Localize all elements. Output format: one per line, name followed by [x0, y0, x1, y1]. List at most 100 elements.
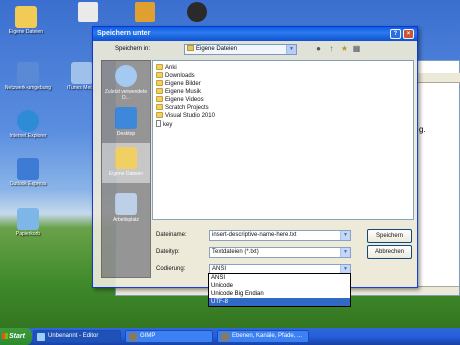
- list-item[interactable]: Scratch Projects: [156, 104, 209, 112]
- encoding-option-unicode[interactable]: Unicode: [209, 282, 350, 290]
- taskbar-item-editor[interactable]: Unbenannt - Editor: [33, 330, 121, 343]
- folder-icon: [115, 147, 137, 169]
- folder-icon: [156, 112, 163, 118]
- filetype-label: Dateityp:: [156, 249, 180, 255]
- gimp-icon: [129, 333, 137, 341]
- network-icon: [17, 62, 39, 84]
- file-name: Downloads: [165, 73, 195, 79]
- computer-icon: [115, 193, 137, 215]
- desktop-icon-label: Internet Explorer: [9, 133, 47, 139]
- place-label: Arbeitsplatz: [112, 217, 140, 223]
- place-my-documents[interactable]: Eigene Dateien: [102, 143, 150, 183]
- save-in-dropdown[interactable]: Eigene Dateien ▼: [184, 44, 297, 55]
- desktop-icon: [115, 107, 137, 129]
- chevron-down-icon[interactable]: ▼: [340, 231, 350, 240]
- desktop-shortcut-icon[interactable]: [187, 2, 207, 22]
- folder-icon: [156, 72, 163, 78]
- list-item[interactable]: Eigene Bilder: [156, 80, 201, 88]
- taskbar: Start Unbenannt - Editor GIMP Ebenen, Ka…: [0, 328, 460, 345]
- encoding-value: ANSI: [212, 266, 227, 272]
- taskbar-item-label: Ebenen, Kanäle, Pfade, ...: [232, 333, 303, 339]
- filetype-dropdown[interactable]: Textdateien (*.txt) ▼: [209, 247, 351, 258]
- taskbar-item-gimp[interactable]: GIMP: [125, 330, 213, 343]
- editor-window-toolbar: [416, 73, 460, 83]
- file-name: Anki: [165, 65, 177, 71]
- recent-documents-icon: [115, 65, 137, 87]
- recycle-bin-icon: [17, 208, 39, 230]
- start-button[interactable]: Start: [0, 328, 32, 345]
- desktop-icon-outlook[interactable]: Outlook Express: [4, 158, 52, 187]
- folder-icon: [156, 96, 163, 102]
- desktop-icon-recycle-bin[interactable]: Papierkorb: [4, 208, 52, 237]
- view-menu-icon[interactable]: ▦: [352, 44, 361, 53]
- place-my-computer[interactable]: Arbeitsplatz: [102, 189, 150, 223]
- media-icon: [71, 62, 93, 84]
- encoding-dropdown-list[interactable]: ANSI Unicode Unicode Big Endian UTF-8: [208, 273, 351, 307]
- editor-text-fragment: g.: [419, 125, 426, 134]
- filename-field[interactable]: insert-descriptive-name-here.txt ▼: [209, 230, 351, 241]
- help-button[interactable]: ?: [390, 29, 401, 39]
- place-label: Zuletzt verwendete D...: [104, 89, 148, 101]
- up-folder-icon[interactable]: ↑: [327, 44, 336, 53]
- desktop-icon-label: Papierkorb: [15, 231, 41, 237]
- list-item[interactable]: Eigene Videos: [156, 96, 204, 104]
- folder-icon: [156, 64, 163, 70]
- file-icon: [156, 120, 161, 127]
- list-item[interactable]: Eigene Musik: [156, 88, 201, 96]
- close-button[interactable]: ×: [403, 29, 414, 39]
- desktop-icon-label: Outlook Express: [9, 181, 47, 187]
- desktop-icon-internet-explorer[interactable]: Internet Explorer: [4, 110, 52, 139]
- list-item[interactable]: key: [156, 120, 172, 129]
- file-name: Eigene Videos: [165, 97, 204, 103]
- folder-icon: [156, 80, 163, 86]
- desktop-shortcut-icon[interactable]: [135, 2, 155, 22]
- file-name: Eigene Musik: [165, 89, 202, 95]
- dialog-title: Speichern unter: [97, 30, 151, 37]
- list-item[interactable]: Visual Studio 2010: [156, 112, 215, 120]
- save-in-label: Speichern in:: [115, 46, 151, 52]
- dialog-titlebar[interactable]: Speichern unter ? ×: [93, 27, 417, 41]
- list-item[interactable]: Anki: [156, 64, 177, 72]
- chevron-down-icon[interactable]: ▼: [286, 45, 296, 54]
- file-name: Scratch Projects: [165, 105, 209, 111]
- folder-icon: [156, 88, 163, 94]
- encoding-label: Codierung:: [156, 266, 186, 272]
- gimp-icon: [221, 333, 229, 341]
- cancel-button[interactable]: Abbrechen: [367, 245, 412, 259]
- desktop-icon-label: Eigene Dateien: [8, 29, 44, 35]
- place-recent[interactable]: Zuletzt verwendete D...: [102, 61, 150, 101]
- new-folder-icon[interactable]: ★: [340, 44, 349, 53]
- place-desktop[interactable]: Desktop: [102, 103, 150, 137]
- folder-icon: [156, 104, 163, 110]
- place-label: Eigene Dateien: [108, 171, 144, 177]
- taskbar-item-label: Unbenannt - Editor: [48, 333, 99, 339]
- encoding-option-unicode-big-endian[interactable]: Unicode Big Endian: [209, 290, 350, 298]
- filename-label: Dateiname:: [156, 232, 187, 238]
- desktop-shortcut-icon[interactable]: [78, 2, 98, 22]
- browser-icon: [17, 110, 39, 132]
- notepad-icon: [37, 333, 45, 341]
- save-in-value: Eigene Dateien: [196, 46, 238, 52]
- taskbar-item-label: GIMP: [140, 333, 156, 339]
- folder-icon: [15, 6, 37, 28]
- back-icon[interactable]: ●: [314, 44, 323, 53]
- chevron-down-icon[interactable]: ▼: [340, 248, 350, 257]
- encoding-option-utf8[interactable]: UTF-8: [209, 298, 350, 306]
- mail-icon: [17, 158, 39, 180]
- list-item[interactable]: Downloads: [156, 72, 195, 80]
- desktop-icon-network[interactable]: Netzwerk-umgebung: [4, 62, 52, 91]
- place-label: Desktop: [116, 131, 136, 137]
- save-button[interactable]: Speichern: [367, 229, 412, 243]
- desktop-icon-my-documents[interactable]: Eigene Dateien: [2, 6, 50, 35]
- taskbar-item-layers[interactable]: Ebenen, Kanäle, Pfade, ...: [217, 330, 309, 343]
- file-name: Visual Studio 2010: [165, 113, 215, 119]
- filetype-value: Textdateien (*.txt): [212, 249, 259, 255]
- filename-value: insert-descriptive-name-here.txt: [212, 232, 297, 238]
- file-name: key: [163, 122, 173, 128]
- encoding-option-ansi[interactable]: ANSI: [209, 274, 350, 282]
- file-list[interactable]: Anki Downloads Eigene Bilder Eigene Musi…: [152, 60, 414, 220]
- save-in-folder-icon: [187, 45, 194, 51]
- places-bar: Zuletzt verwendete D... Desktop Eigene D…: [101, 60, 151, 278]
- save-as-dialog: Speichern unter ? × Speichern in: Eigene…: [92, 26, 418, 288]
- desktop-icon-label: Netzwerk-umgebung: [4, 85, 52, 91]
